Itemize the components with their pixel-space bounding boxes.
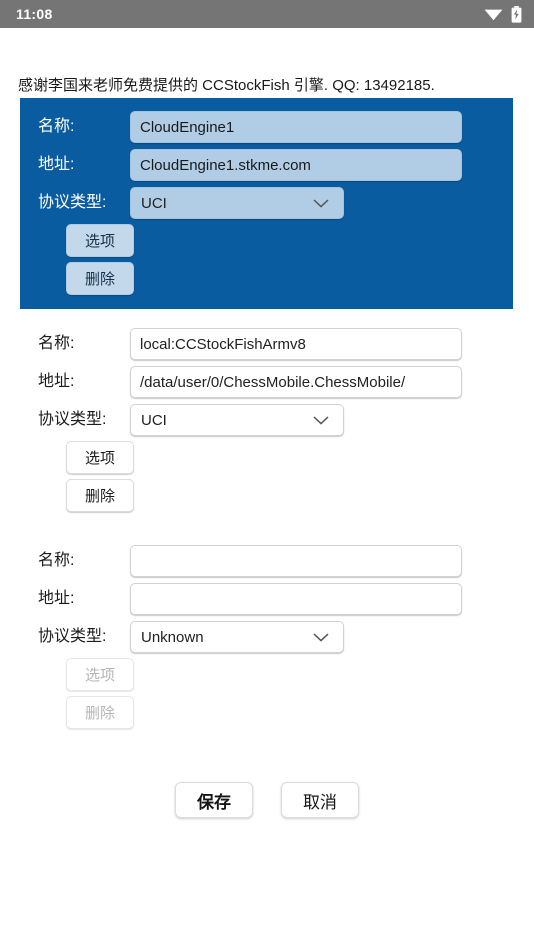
engine-2-delete-button[interactable]: 删除 — [66, 479, 134, 512]
engine-card-2[interactable]: 名称: local:CCStockFishArmv8 地址: /data/use… — [20, 315, 513, 512]
status-bar-clock: 11:08 — [16, 6, 53, 22]
engine-1-options-row: 选项 — [20, 224, 513, 257]
engine-3-name-input[interactable] — [130, 545, 462, 577]
engine-3-protocol-select[interactable]: Unknown — [130, 621, 344, 653]
battery-charging-icon — [511, 5, 522, 23]
engine-3-protocol-label: 协议类型: — [38, 628, 107, 645]
engine-3-options-button: 选项 — [66, 658, 134, 691]
engine-2-address-row: 地址: /data/user/0/ChessMobile.ChessMobile… — [20, 363, 513, 401]
chevron-down-icon — [313, 195, 329, 212]
engine-3-address-row: 地址: — [20, 580, 513, 618]
engine-2-options-button[interactable]: 选项 — [66, 441, 134, 474]
engine-3-name-label: 名称: — [38, 552, 75, 569]
engine-1-name-input[interactable]: CloudEngine1 — [130, 111, 462, 143]
engine-2-delete-row: 删除 — [20, 479, 513, 512]
engine-2-name-input[interactable]: local:CCStockFishArmv8 — [130, 328, 462, 360]
engine-1-address-row: 地址: CloudEngine1.stkme.com — [20, 146, 513, 184]
engine-2-options-row: 选项 — [20, 441, 513, 474]
status-bar-icons — [484, 5, 522, 23]
wifi-icon — [484, 7, 503, 21]
engine-2-protocol-select[interactable]: UCI — [130, 404, 344, 436]
engine-1-address-label: 地址: — [38, 156, 75, 173]
engine-1-address-input[interactable]: CloudEngine1.stkme.com — [130, 149, 462, 181]
engine-3-protocol-row: 协议类型: Unknown — [20, 618, 513, 656]
credits-notice: 感谢李国来老师免费提供的 CCStockFish 引擎. QQ: 1349218… — [18, 77, 435, 94]
engine-2-name-row: 名称: local:CCStockFishArmv8 — [20, 325, 513, 363]
engine-2-address-label: 地址: — [38, 373, 75, 390]
engine-card-3[interactable]: 名称: 地址: 协议类型: Unknown 选项 删除 — [20, 532, 513, 729]
engine-card-1[interactable]: 名称: CloudEngine1 地址: CloudEngine1.stkme.… — [20, 98, 513, 309]
engine-3-protocol-value: Unknown — [141, 628, 204, 646]
engine-2-protocol-label: 协议类型: — [38, 411, 107, 428]
engine-1-options-button[interactable]: 选项 — [66, 224, 134, 257]
chevron-down-icon — [313, 412, 329, 429]
engine-1-delete-button[interactable]: 删除 — [66, 262, 134, 295]
engine-3-address-input[interactable] — [130, 583, 462, 615]
save-button[interactable]: 保存 — [175, 782, 253, 818]
engine-1-protocol-label: 协议类型: — [38, 194, 107, 211]
engine-2-address-input[interactable]: /data/user/0/ChessMobile.ChessMobile/ — [130, 366, 462, 398]
cancel-button[interactable]: 取消 — [281, 782, 359, 818]
engine-1-protocol-select[interactable]: UCI — [130, 187, 344, 219]
status-bar: 11:08 — [0, 0, 534, 28]
engine-2-protocol-row: 协议类型: UCI — [20, 401, 513, 439]
engine-3-delete-row: 删除 — [20, 696, 513, 729]
engine-settings-page: 感谢李国来老师免费提供的 CCStockFish 引擎. QQ: 1349218… — [0, 28, 534, 950]
engine-1-protocol-row: 协议类型: UCI — [20, 184, 513, 222]
engine-1-delete-row: 删除 — [20, 262, 513, 295]
engine-3-options-row: 选项 — [20, 658, 513, 691]
engine-3-delete-button: 删除 — [66, 696, 134, 729]
engine-1-name-row: 名称: CloudEngine1 — [20, 108, 513, 146]
chevron-down-icon — [313, 629, 329, 646]
engine-3-name-row: 名称: — [20, 542, 513, 580]
engine-1-name-label: 名称: — [38, 118, 75, 135]
engine-2-name-label: 名称: — [38, 335, 75, 352]
action-button-bar: 保存 取消 — [0, 782, 534, 818]
engine-3-address-label: 地址: — [38, 590, 75, 607]
engine-2-protocol-value: UCI — [141, 411, 167, 429]
engine-1-protocol-value: UCI — [141, 194, 167, 212]
